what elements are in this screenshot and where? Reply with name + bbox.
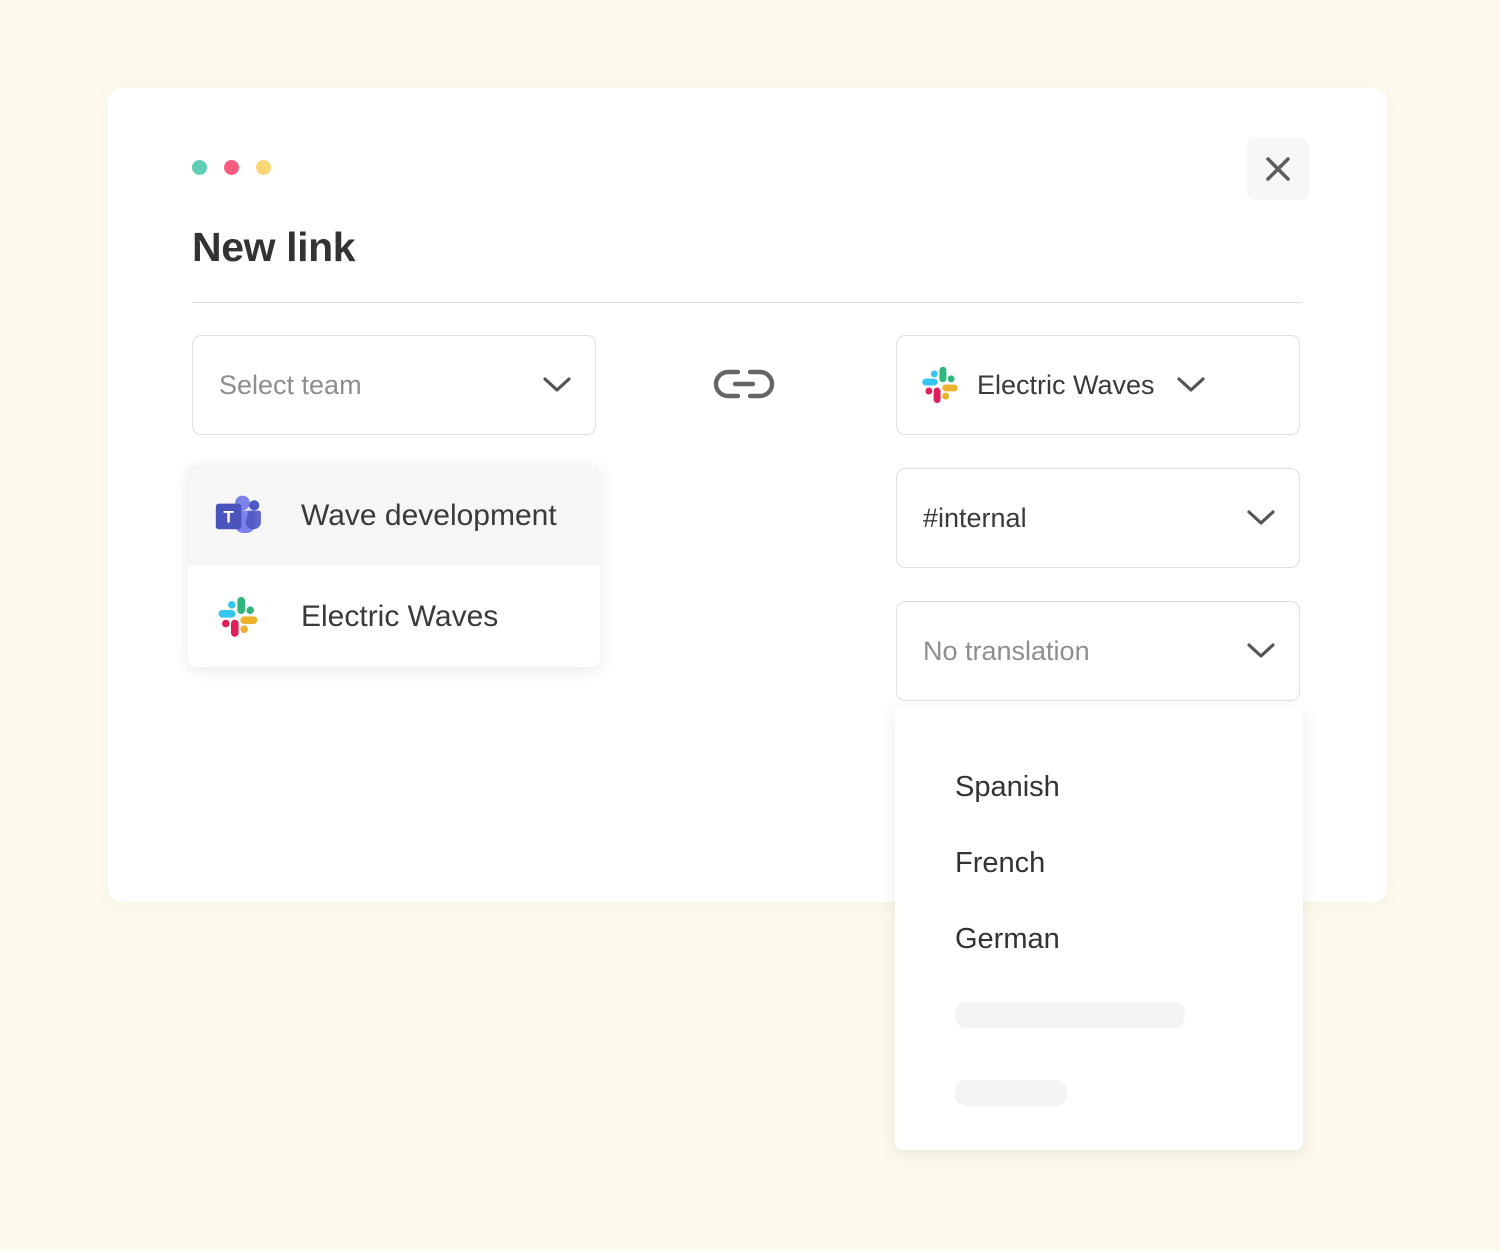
title-divider (192, 302, 1302, 303)
translation-select-value: No translation (923, 635, 1090, 666)
language-option-french[interactable]: French (955, 847, 1045, 880)
close-button[interactable] (1247, 138, 1309, 200)
translation-select[interactable]: No translation (896, 601, 1300, 701)
workspace-select-value: Electric Waves (977, 369, 1155, 400)
language-option-german[interactable]: German (955, 923, 1060, 956)
chevron-down-icon (1245, 508, 1277, 528)
chevron-down-icon (1175, 375, 1207, 395)
microsoft-teams-icon: T (214, 492, 262, 540)
chevron-down-icon (1245, 641, 1277, 661)
team-dropdown-panel: T Wave development Electric Waves (188, 465, 600, 667)
team-option-electric-waves[interactable]: Electric Waves (188, 566, 600, 667)
workspace-select[interactable]: Electric Waves (896, 335, 1300, 435)
language-option-spanish[interactable]: Spanish (955, 771, 1060, 804)
team-option-label: Electric Waves (301, 599, 499, 633)
window-traffic-lights (192, 160, 271, 175)
slack-icon (919, 364, 961, 406)
team-option-label: Wave development (301, 498, 557, 532)
translation-dropdown-panel: Spanish French German (895, 706, 1303, 1150)
team-select[interactable]: Select team (192, 335, 596, 435)
close-icon (1263, 154, 1293, 184)
traffic-light-red[interactable] (224, 160, 239, 175)
channel-select-value: #internal (923, 502, 1027, 533)
traffic-light-yellow[interactable] (256, 160, 271, 175)
slack-icon (214, 593, 262, 641)
team-option-wave-development[interactable]: T Wave development (188, 465, 600, 566)
page-title: New link (192, 224, 356, 270)
loading-placeholder-bar (955, 1002, 1185, 1028)
traffic-light-green[interactable] (192, 160, 207, 175)
channel-select[interactable]: #internal (896, 468, 1300, 568)
team-select-value: Select team (219, 369, 362, 400)
link-icon (712, 365, 776, 408)
link-icon-container (712, 360, 776, 412)
svg-text:T: T (223, 507, 234, 526)
chevron-down-icon (541, 375, 573, 395)
loading-placeholder-bar (955, 1080, 1067, 1106)
